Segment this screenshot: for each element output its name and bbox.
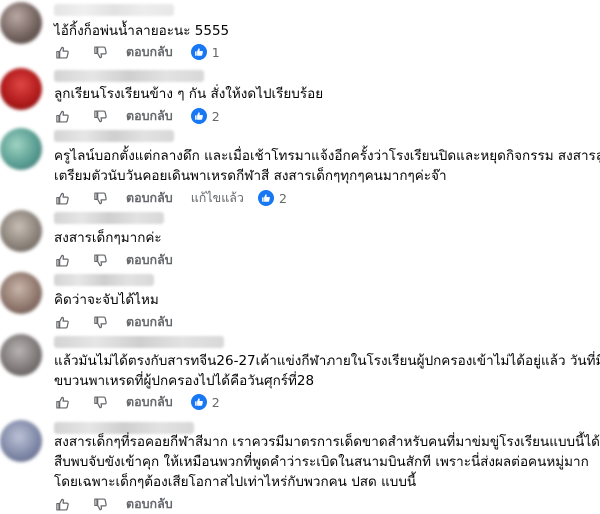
comment-text: คิดว่าจะจับได้ไหม [54,290,594,310]
edited-label[interactable]: แก้ไขแล้ว [191,188,244,208]
comment-author-name[interactable] [54,4,174,16]
reaction-count[interactable]: 1 [212,45,220,60]
comment-actions: ตอบกลับ 2 [54,106,220,126]
dislike-icon[interactable] [92,44,108,60]
comment-author-name[interactable] [54,70,204,82]
dislike-icon[interactable] [92,394,108,410]
comment-actions: ตอบกลับ 1 [54,42,220,62]
reaction-count[interactable]: 2 [212,109,220,124]
avatar[interactable] [0,2,42,44]
like-icon[interactable] [54,44,70,60]
reply-button[interactable]: ตอบกลับ [126,42,173,62]
avatar[interactable] [0,210,42,252]
avatar[interactable] [0,420,42,462]
comment-line: สืบพบจับขังเข้าคุก ให้เหมือนพวกที่พูดคำว… [54,454,589,470]
like-reaction-icon[interactable] [190,108,207,124]
comment-actions: ตอบกลับ แก้ไขแล้ว 2 [54,188,287,208]
comment-author-name[interactable] [54,274,154,286]
comment-author-name[interactable] [54,130,174,142]
like-icon[interactable] [54,314,70,330]
comment-author-name[interactable] [54,336,224,348]
like-reaction-icon[interactable] [257,190,274,206]
dislike-icon[interactable] [92,314,108,330]
avatar[interactable] [0,68,42,110]
comment-text: สงสารเด็กๆมากค่ะ [54,228,594,248]
like-icon[interactable] [54,108,70,124]
avatar[interactable] [0,334,42,376]
comment-line: ลูกเรียนโรงเรียนข้าง ๆ กัน สั่งให้งดไปเร… [54,86,324,102]
comment-text: ครูไลน์บอกตั้งแต่กลางดึก และเมื่อเช้าโทร… [54,146,600,186]
like-icon[interactable] [54,252,70,268]
dislike-icon[interactable] [92,108,108,124]
dislike-icon[interactable] [92,190,108,206]
comment-line: คิดว่าจะจับได้ไหม [54,292,159,308]
comment-line: เตรียมตัวนับวันคอยเดินพาเหรดกีฬาสี สงสาร… [54,168,447,184]
reply-button[interactable]: ตอบกลับ [126,250,173,270]
like-icon[interactable] [54,394,70,410]
dislike-icon[interactable] [92,252,108,268]
reply-button[interactable]: ตอบกลับ [126,312,173,332]
reply-button[interactable]: ตอบกลับ [126,106,173,126]
comment-text: ลูกเรียนโรงเรียนข้าง ๆ กัน สั่งให้งดไปเร… [54,84,594,104]
comment-author-name[interactable] [54,212,164,224]
comment-line: โดยเฉพาะเด็กๆต้องเสียโอกาสไปเท่าไหร่กับพ… [54,474,417,490]
comment-actions: ตอบกลับ [54,250,191,270]
comment-line: ขบวนพาเหรดที่ผู้ปกครองไปได้คือวันศุกร์ที… [54,373,315,389]
comment-actions: ตอบกลับ [54,312,191,332]
comment-line: แล้วมันไม่ได้ตรงกับสารทจีน26-27เค้าแข่งก… [54,353,600,369]
comment-line: ครูไลน์บอกตั้งแต่กลางดึก และเมื่อเช้าโทร… [54,148,600,164]
reply-button[interactable]: ตอบกลับ [126,392,173,412]
avatar[interactable] [0,272,42,314]
like-reaction-icon[interactable] [190,44,207,60]
comment-actions: ตอบกลับ [54,494,191,514]
like-icon[interactable] [54,190,70,206]
like-icon[interactable] [54,496,70,512]
comment-text: ไอ้กิ้งก็อพ่นน้ำลายอะนะ 5555 [54,21,594,41]
comment-line: สงสารเด็กๆที่รอคอยกีฬาสีมาก เราควรมีมาตร… [54,434,600,450]
like-reaction-icon[interactable] [190,394,207,410]
comment-text: แล้วมันไม่ได้ตรงกับสารทจีน26-27เค้าแข่งก… [54,351,600,391]
comment-line: ไอ้กิ้งก็อพ่นน้ำลายอะนะ 5555 [54,23,230,39]
avatar[interactable] [0,128,42,170]
reply-button[interactable]: ตอบกลับ [126,188,173,208]
reaction-count[interactable]: 2 [279,191,287,206]
comment-line: สงสารเด็กๆมากค่ะ [54,230,162,246]
reply-button[interactable]: ตอบกลับ [126,494,173,514]
comment-actions: ตอบกลับ 2 [54,392,220,412]
comment-text: สงสารเด็กๆที่รอคอยกีฬาสีมาก เราควรมีมาตร… [54,432,600,492]
reaction-count[interactable]: 2 [212,395,220,410]
dislike-icon[interactable] [92,496,108,512]
